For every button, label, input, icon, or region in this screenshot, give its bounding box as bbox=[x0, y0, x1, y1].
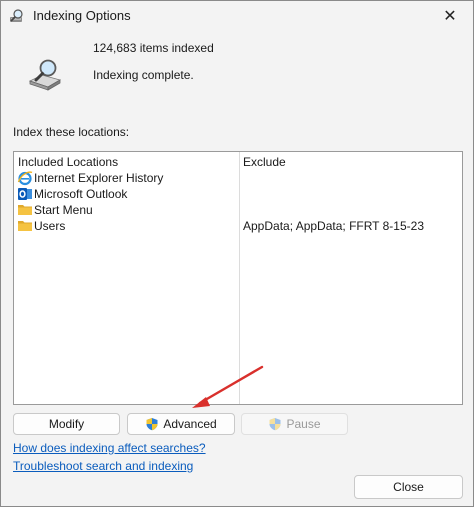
uac-shield-icon bbox=[269, 418, 281, 431]
list-item[interactable]: Users AppData; AppData; FFRT 8-15-23 bbox=[14, 218, 462, 234]
troubleshoot-link[interactable]: Troubleshoot search and indexing bbox=[13, 459, 193, 473]
pause-button[interactable]: Pause bbox=[241, 413, 348, 435]
column-header-included: Included Locations bbox=[18, 155, 119, 169]
items-indexed-count: 124,683 items indexed bbox=[93, 41, 214, 55]
window-close-button[interactable]: ✕ bbox=[427, 1, 473, 31]
advanced-label: Advanced bbox=[163, 417, 217, 431]
close-label: Close bbox=[393, 480, 424, 494]
index-locations-label: Index these locations: bbox=[13, 125, 130, 139]
close-button[interactable]: Close bbox=[354, 475, 463, 499]
outlook-icon bbox=[18, 188, 32, 200]
title-bar: Indexing Options ✕ bbox=[1, 1, 473, 31]
advanced-button[interactable]: Advanced bbox=[127, 413, 235, 435]
window-title: Indexing Options bbox=[33, 8, 131, 23]
folder-icon bbox=[18, 205, 32, 215]
how-indexing-affects-searches-link[interactable]: How does indexing affect searches? bbox=[13, 441, 206, 455]
indexing-options-window: Indexing Options ✕ 124,683 items indexed… bbox=[0, 0, 474, 507]
indexing-options-app-icon bbox=[10, 9, 23, 22]
location-name: Users bbox=[34, 219, 66, 233]
indexing-status-message: Indexing complete. bbox=[93, 68, 194, 82]
modify-label: Modify bbox=[48, 417, 85, 431]
location-name: Microsoft Outlook bbox=[34, 187, 128, 201]
location-exclude: AppData; AppData; FFRT 8-15-23 bbox=[243, 219, 424, 233]
pause-label: Pause bbox=[286, 417, 321, 431]
list-item[interactable]: Microsoft Outlook bbox=[14, 186, 462, 202]
annotation-arrow-icon bbox=[192, 365, 264, 408]
location-name: Start Menu bbox=[34, 203, 93, 217]
list-item[interactable]: Internet Explorer History bbox=[14, 170, 462, 186]
close-icon: ✕ bbox=[443, 8, 457, 25]
internet-explorer-icon bbox=[17, 171, 33, 186]
folder-icon bbox=[18, 221, 32, 231]
column-header-exclude: Exclude bbox=[243, 155, 286, 169]
modify-button[interactable]: Modify bbox=[13, 413, 120, 435]
uac-shield-icon bbox=[146, 418, 158, 431]
location-name: Internet Explorer History bbox=[34, 171, 164, 185]
list-item[interactable]: Start Menu bbox=[14, 202, 462, 218]
indexing-magnifier-drive-icon bbox=[28, 59, 62, 91]
